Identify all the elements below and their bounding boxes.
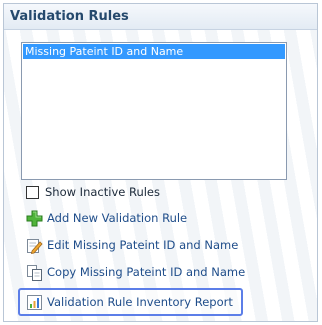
inventory-report-label: Validation Rule Inventory Report — [47, 295, 233, 309]
copy-document-icon — [26, 264, 43, 281]
report-chart-icon — [26, 294, 43, 311]
edit-pencil-icon — [26, 237, 43, 254]
validation-rules-panel: Validation Rules Missing Pateint ID and … — [3, 3, 318, 322]
list-item[interactable]: Missing Pateint ID and Name — [23, 44, 285, 59]
panel-header: Validation Rules — [4, 4, 317, 30]
show-inactive-checkbox[interactable] — [26, 185, 39, 199]
edit-rule-button[interactable]: Edit Missing Pateint ID and Name — [26, 236, 238, 254]
show-inactive-row[interactable]: Show Inactive Rules — [26, 184, 160, 200]
add-rule-label: Add New Validation Rule — [47, 211, 188, 225]
add-plus-icon — [26, 210, 43, 227]
panel-title: Validation Rules — [10, 9, 129, 24]
inventory-report-button[interactable]: Validation Rule Inventory Report — [26, 293, 233, 311]
rules-listbox[interactable]: Missing Pateint ID and Name — [21, 42, 287, 180]
add-rule-button[interactable]: Add New Validation Rule — [26, 209, 187, 227]
show-inactive-label: Show Inactive Rules — [45, 185, 160, 199]
copy-rule-button[interactable]: Copy Missing Pateint ID and Name — [26, 263, 245, 281]
copy-rule-label: Copy Missing Pateint ID and Name — [47, 265, 246, 279]
edit-rule-label: Edit Missing Pateint ID and Name — [47, 238, 239, 252]
